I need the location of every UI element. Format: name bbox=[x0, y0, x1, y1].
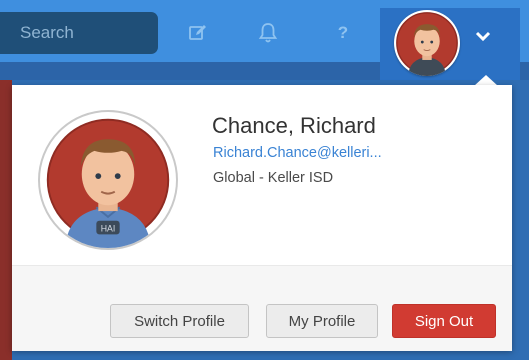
user-avatar-large: HAI bbox=[38, 110, 178, 250]
user-email-link[interactable]: Richard.Chance@kelleri... bbox=[213, 145, 382, 161]
sign-out-button[interactable]: Sign Out bbox=[392, 304, 496, 338]
search-box[interactable] bbox=[0, 12, 158, 54]
user-avatar-small[interactable] bbox=[394, 10, 460, 76]
user-organization: Global - Keller ISD bbox=[213, 170, 334, 186]
bell-icon[interactable] bbox=[253, 18, 283, 48]
background-content bbox=[0, 80, 12, 360]
switch-profile-button[interactable]: Switch Profile bbox=[110, 304, 249, 338]
help-icon[interactable]: ? bbox=[328, 18, 358, 48]
search-input[interactable] bbox=[18, 22, 152, 44]
dropdown-footer: Switch Profile My Profile Sign Out bbox=[12, 265, 512, 351]
my-profile-button[interactable]: My Profile bbox=[266, 304, 378, 338]
user-name: Chance, Richard bbox=[212, 113, 376, 138]
compose-icon[interactable] bbox=[183, 18, 213, 48]
avatar-shirt-text: HAI bbox=[101, 223, 116, 233]
user-profile-dropdown: HAI Chance, Richard Richard.Chance@kelle… bbox=[12, 85, 512, 351]
chevron-down-icon[interactable] bbox=[470, 26, 496, 46]
